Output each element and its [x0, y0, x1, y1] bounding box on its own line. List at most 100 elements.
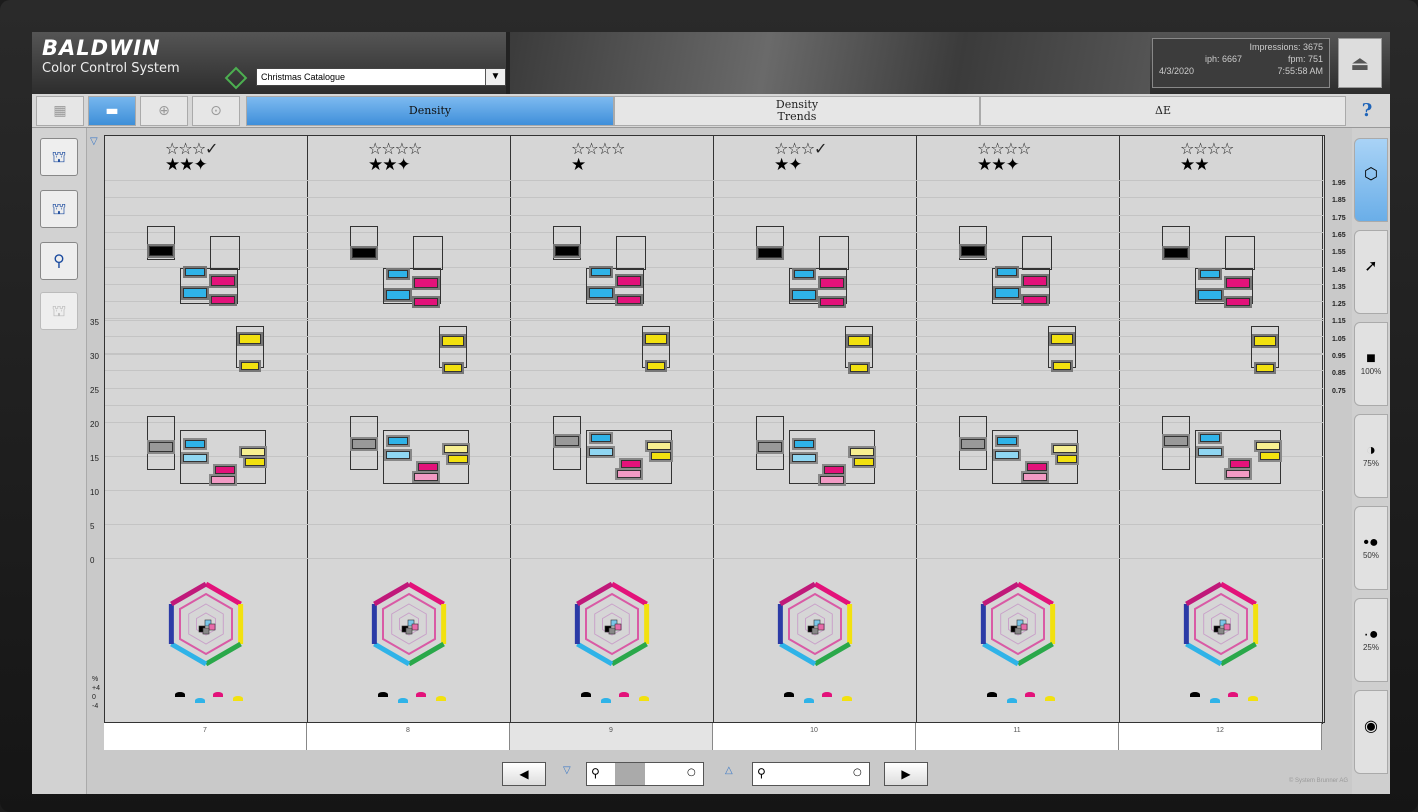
density-patch[interactable]: [183, 266, 207, 278]
tone-patch[interactable]: [848, 446, 876, 458]
density-patch[interactable]: [181, 286, 209, 300]
tone-patch[interactable]: [822, 464, 846, 476]
register-view-button[interactable]: ⊕: [140, 96, 188, 126]
solid-100-tool[interactable]: ■ 100%: [1354, 322, 1388, 406]
range-end-selector[interactable]: △ ⚲ ○: [725, 762, 870, 786]
tone-patch[interactable]: [995, 435, 1019, 447]
density-patch[interactable]: [147, 244, 175, 258]
tone-patch[interactable]: [790, 452, 818, 464]
density-patch[interactable]: [643, 332, 669, 346]
tone-75-tool[interactable]: ◑ 75%: [1354, 414, 1388, 498]
density-patch[interactable]: [790, 288, 818, 302]
tone-patch[interactable]: [350, 437, 378, 451]
density-patch[interactable]: [1049, 332, 1075, 346]
density-patch[interactable]: [587, 286, 615, 300]
density-patch[interactable]: [589, 266, 613, 278]
tone-patch[interactable]: [553, 434, 581, 448]
press-unit-column[interactable]: ☆☆☆☆ ★★: [1120, 136, 1323, 724]
density-patch[interactable]: [615, 274, 643, 288]
density-patch[interactable]: [553, 244, 581, 258]
density-patch[interactable]: [1021, 294, 1049, 306]
tone-patch[interactable]: [1258, 450, 1282, 462]
density-patch[interactable]: [1162, 246, 1190, 260]
tone-patch[interactable]: [239, 446, 267, 458]
density-patch[interactable]: [818, 296, 846, 308]
unit-number-label[interactable]: 11: [916, 723, 1119, 750]
density-patch[interactable]: [1021, 274, 1049, 288]
press-unit-column[interactable]: ☆☆☆☆ ★★✦: [308, 136, 511, 724]
density-patch[interactable]: [959, 244, 987, 258]
density-patch[interactable]: [846, 334, 872, 348]
scroll-right-button[interactable]: ▶: [884, 762, 928, 786]
density-patch[interactable]: [756, 246, 784, 260]
density-patch[interactable]: [792, 268, 816, 280]
density-patch[interactable]: [350, 246, 378, 260]
density-patch[interactable]: [386, 268, 410, 280]
density-patch[interactable]: [440, 334, 466, 348]
tone-patch[interactable]: [619, 458, 643, 470]
tone-patch[interactable]: [756, 440, 784, 454]
color-wheel-tool[interactable]: ⬡: [1354, 138, 1388, 222]
unit-number-label[interactable]: 10: [713, 723, 916, 750]
tone-patch[interactable]: [645, 440, 673, 452]
color-bar-view-button[interactable]: ▬: [88, 96, 136, 126]
press-unit-column[interactable]: ☆☆☆☆ ★★✦: [917, 136, 1120, 724]
density-patch[interactable]: [384, 288, 412, 302]
density-patch[interactable]: [412, 296, 440, 308]
tone-patch[interactable]: [213, 464, 237, 476]
density-patch[interactable]: [645, 360, 667, 372]
tone-patch[interactable]: [384, 449, 412, 461]
grid-view-button[interactable]: ▦: [36, 96, 84, 126]
unit-view-tool-button[interactable]: ⛫: [40, 190, 78, 228]
density-patch[interactable]: [995, 266, 1019, 278]
tone-patch[interactable]: [416, 461, 440, 473]
tone-patch[interactable]: [818, 474, 846, 486]
density-patch[interactable]: [1198, 268, 1222, 280]
tone-patch[interactable]: [649, 450, 673, 462]
job-status-icon[interactable]: [224, 66, 248, 90]
tone-patch[interactable]: [1055, 453, 1079, 465]
disabled-unit-tool-button[interactable]: ⛫: [40, 292, 78, 330]
press-unit-column[interactable]: ☆☆☆✓ ★★✦: [105, 136, 308, 724]
density-patch[interactable]: [818, 276, 846, 290]
unit-color-tool-button[interactable]: ⛫: [40, 138, 78, 176]
unit-number-label[interactable]: 8: [307, 723, 510, 750]
tone-50-tool[interactable]: •● 50%: [1354, 506, 1388, 590]
press-unit-column[interactable]: ☆☆☆✓ ★✦: [714, 136, 917, 724]
job-select[interactable]: Christmas Catalogue ▼: [256, 68, 506, 86]
density-patch[interactable]: [209, 294, 237, 306]
tone-patch[interactable]: [1021, 471, 1049, 483]
tone-patch[interactable]: [386, 435, 410, 447]
tone-patch[interactable]: [993, 449, 1021, 461]
tone-patch[interactable]: [209, 474, 237, 486]
range-start-handle[interactable]: [615, 763, 645, 785]
density-patch[interactable]: [1224, 296, 1252, 308]
tone-patch[interactable]: [183, 438, 207, 450]
tone-patch[interactable]: [181, 452, 209, 464]
collapse-triangle-icon[interactable]: ▽: [90, 136, 98, 147]
tone-patch[interactable]: [587, 446, 615, 458]
scroll-left-button[interactable]: ◀: [502, 762, 546, 786]
tone-patch[interactable]: [1051, 443, 1079, 455]
tone-patch[interactable]: [959, 437, 987, 451]
density-patch[interactable]: [239, 360, 261, 372]
key-tool-button[interactable]: ⚲: [40, 242, 78, 280]
tone-patch[interactable]: [147, 440, 175, 454]
tone-patch[interactable]: [1224, 468, 1252, 480]
tone-patch[interactable]: [243, 456, 267, 468]
tone-patch[interactable]: [1254, 440, 1282, 452]
tone-patch[interactable]: [792, 438, 816, 450]
tone-patch[interactable]: [412, 471, 440, 483]
density-patch[interactable]: [848, 362, 870, 374]
density-patch[interactable]: [412, 276, 440, 290]
tone-25-tool[interactable]: ·● 25%: [1354, 598, 1388, 682]
help-button[interactable]: ?: [1350, 96, 1384, 126]
tone-patch[interactable]: [1198, 432, 1222, 444]
density-patch[interactable]: [1224, 276, 1252, 290]
tab-density[interactable]: Density: [246, 96, 614, 126]
density-patch[interactable]: [209, 274, 237, 288]
tone-patch[interactable]: [852, 456, 876, 468]
tone-patch[interactable]: [1228, 458, 1252, 470]
unit-number-label[interactable]: 9: [510, 723, 713, 750]
chevron-down-icon[interactable]: ▼: [485, 69, 505, 85]
